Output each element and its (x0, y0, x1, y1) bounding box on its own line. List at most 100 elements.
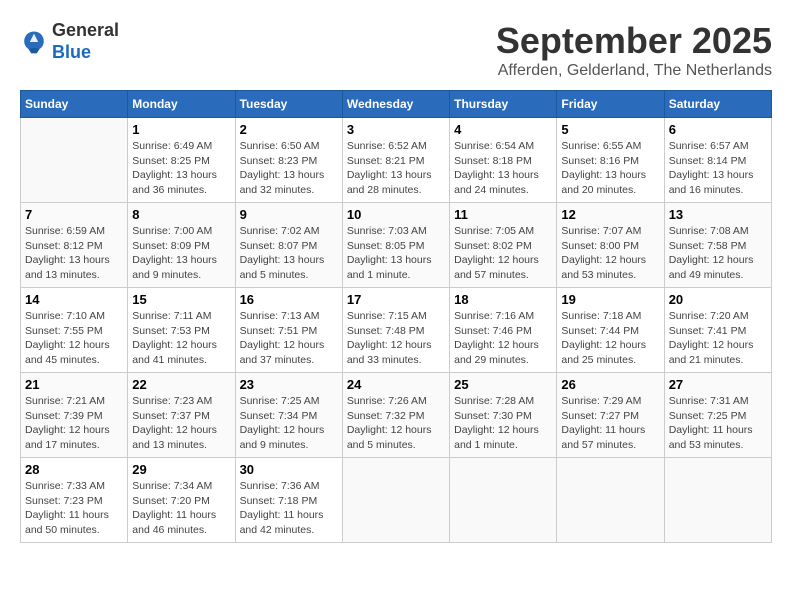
cell-day-empty (450, 458, 557, 543)
cell-day-20: 20 Sunrise: 7:20 AM Sunset: 7:41 PM Dayli… (664, 288, 771, 373)
day-number: 7 (25, 207, 123, 222)
day-number: 4 (454, 122, 552, 137)
day-number: 8 (132, 207, 230, 222)
col-header-friday: Friday (557, 91, 664, 118)
day-content: Sunrise: 7:15 AM Sunset: 7:48 PM Dayligh… (347, 309, 445, 368)
week-row-2: 7 Sunrise: 6:59 AM Sunset: 8:12 PM Daylig… (21, 203, 772, 288)
day-content: Sunrise: 7:10 AM Sunset: 7:55 PM Dayligh… (25, 309, 123, 368)
cell-day-empty (21, 118, 128, 203)
day-number: 3 (347, 122, 445, 137)
day-content: Sunrise: 7:03 AM Sunset: 8:05 PM Dayligh… (347, 224, 445, 283)
day-content: Sunrise: 7:21 AM Sunset: 7:39 PM Dayligh… (25, 394, 123, 453)
cell-day-21: 21 Sunrise: 7:21 AM Sunset: 7:39 PM Dayli… (21, 373, 128, 458)
day-content: Sunrise: 7:26 AM Sunset: 7:32 PM Dayligh… (347, 394, 445, 453)
day-content: Sunrise: 7:16 AM Sunset: 7:46 PM Dayligh… (454, 309, 552, 368)
cell-day-8: 8Sunrise: 7:00 AM Sunset: 8:09 PM Daylig… (128, 203, 235, 288)
day-number: 5 (561, 122, 659, 137)
cell-day-19: 19 Sunrise: 7:18 AM Sunset: 7:44 PM Dayli… (557, 288, 664, 373)
day-content: Sunrise: 6:52 AM Sunset: 8:21 PM Dayligh… (347, 139, 445, 198)
header-row: SundayMondayTuesdayWednesdayThursdayFrid… (21, 91, 772, 118)
cell-day-30: 30 Sunrise: 7:36 AM Sunset: 7:18 PM Dayli… (235, 458, 342, 543)
day-content: Sunrise: 7:11 AM Sunset: 7:53 PM Dayligh… (132, 309, 230, 368)
day-content: Sunrise: 6:49 AM Sunset: 8:25 PM Dayligh… (132, 139, 230, 198)
cell-day-empty (557, 458, 664, 543)
cell-day-17: 17 Sunrise: 7:15 AM Sunset: 7:48 PM Dayli… (342, 288, 449, 373)
day-number: 13 (669, 207, 767, 222)
day-number: 16 (240, 292, 338, 307)
cell-day-7: 7 Sunrise: 6:59 AM Sunset: 8:12 PM Daylig… (21, 203, 128, 288)
week-row-3: 14 Sunrise: 7:10 AM Sunset: 7:55 PM Dayli… (21, 288, 772, 373)
day-number: 2 (240, 122, 338, 137)
week-row-4: 21 Sunrise: 7:21 AM Sunset: 7:39 PM Dayli… (21, 373, 772, 458)
cell-day-29: 29 Sunrise: 7:34 AM Sunset: 7:20 PM Dayli… (128, 458, 235, 543)
day-number: 6 (669, 122, 767, 137)
cell-day-3: 3 Sunrise: 6:52 AM Sunset: 8:21 PM Daylig… (342, 118, 449, 203)
day-number: 21 (25, 377, 123, 392)
day-content: Sunrise: 6:54 AM Sunset: 8:18 PM Dayligh… (454, 139, 552, 198)
cell-day-2: 2 Sunrise: 6:50 AM Sunset: 8:23 PM Daylig… (235, 118, 342, 203)
day-content: Sunrise: 7:23 AM Sunset: 7:37 PM Dayligh… (132, 394, 230, 453)
cell-day-13: 13 Sunrise: 7:08 AM Sunset: 7:58 PM Dayli… (664, 203, 771, 288)
day-number: 26 (561, 377, 659, 392)
logo: General Blue (20, 20, 119, 63)
cell-day-11: 11 Sunrise: 7:05 AM Sunset: 8:02 PM Dayli… (450, 203, 557, 288)
day-number: 25 (454, 377, 552, 392)
day-number: 28 (25, 462, 123, 477)
cell-day-empty (664, 458, 771, 543)
cell-day-16: 16Sunrise: 7:13 AM Sunset: 7:51 PM Dayli… (235, 288, 342, 373)
day-content: Sunrise: 7:08 AM Sunset: 7:58 PM Dayligh… (669, 224, 767, 283)
day-content: Sunrise: 7:05 AM Sunset: 8:02 PM Dayligh… (454, 224, 552, 283)
logo-text: General Blue (52, 20, 119, 63)
day-number: 11 (454, 207, 552, 222)
cell-day-26: 26 Sunrise: 7:29 AM Sunset: 7:27 PM Dayli… (557, 373, 664, 458)
day-content: Sunrise: 6:59 AM Sunset: 8:12 PM Dayligh… (25, 224, 123, 283)
cell-day-1: 1Sunrise: 6:49 AM Sunset: 8:25 PM Daylig… (128, 118, 235, 203)
logo-icon (20, 28, 48, 56)
day-content: Sunrise: 7:28 AM Sunset: 7:30 PM Dayligh… (454, 394, 552, 453)
col-header-sunday: Sunday (21, 91, 128, 118)
location: Afferden, Gelderland, The Netherlands (496, 62, 772, 80)
cell-day-empty (342, 458, 449, 543)
cell-day-23: 23 Sunrise: 7:25 AM Sunset: 7:34 PM Dayli… (235, 373, 342, 458)
day-content: Sunrise: 7:02 AM Sunset: 8:07 PM Dayligh… (240, 224, 338, 283)
day-number: 23 (240, 377, 338, 392)
month-title: September 2025 (496, 20, 772, 62)
day-content: Sunrise: 7:34 AM Sunset: 7:20 PM Dayligh… (132, 479, 230, 538)
day-number: 19 (561, 292, 659, 307)
day-content: Sunrise: 6:50 AM Sunset: 8:23 PM Dayligh… (240, 139, 338, 198)
week-row-1: 1Sunrise: 6:49 AM Sunset: 8:25 PM Daylig… (21, 118, 772, 203)
col-header-tuesday: Tuesday (235, 91, 342, 118)
day-content: Sunrise: 7:31 AM Sunset: 7:25 PM Dayligh… (669, 394, 767, 453)
week-row-5: 28 Sunrise: 7:33 AM Sunset: 7:23 PM Dayli… (21, 458, 772, 543)
title-block: September 2025 Afferden, Gelderland, The… (496, 20, 772, 80)
cell-day-9: 9Sunrise: 7:02 AM Sunset: 8:07 PM Daylig… (235, 203, 342, 288)
day-number: 15 (132, 292, 230, 307)
day-number: 27 (669, 377, 767, 392)
cell-day-6: 6Sunrise: 6:57 AM Sunset: 8:14 PM Daylig… (664, 118, 771, 203)
cell-day-4: 4 Sunrise: 6:54 AM Sunset: 8:18 PM Daylig… (450, 118, 557, 203)
day-number: 17 (347, 292, 445, 307)
day-number: 20 (669, 292, 767, 307)
day-content: Sunrise: 7:20 AM Sunset: 7:41 PM Dayligh… (669, 309, 767, 368)
day-content: Sunrise: 7:25 AM Sunset: 7:34 PM Dayligh… (240, 394, 338, 453)
day-number: 24 (347, 377, 445, 392)
day-number: 30 (240, 462, 338, 477)
calendar-table: SundayMondayTuesdayWednesdayThursdayFrid… (20, 90, 772, 543)
day-number: 22 (132, 377, 230, 392)
cell-day-27: 27 Sunrise: 7:31 AM Sunset: 7:25 PM Dayli… (664, 373, 771, 458)
day-number: 29 (132, 462, 230, 477)
day-content: Sunrise: 7:33 AM Sunset: 7:23 PM Dayligh… (25, 479, 123, 538)
col-header-monday: Monday (128, 91, 235, 118)
cell-day-10: 10 Sunrise: 7:03 AM Sunset: 8:05 PM Dayli… (342, 203, 449, 288)
cell-day-22: 22 Sunrise: 7:23 AM Sunset: 7:37 PM Dayli… (128, 373, 235, 458)
day-number: 14 (25, 292, 123, 307)
cell-day-18: 18Sunrise: 7:16 AM Sunset: 7:46 PM Dayli… (450, 288, 557, 373)
day-number: 10 (347, 207, 445, 222)
col-header-wednesday: Wednesday (342, 91, 449, 118)
col-header-thursday: Thursday (450, 91, 557, 118)
day-content: Sunrise: 7:29 AM Sunset: 7:27 PM Dayligh… (561, 394, 659, 453)
day-content: Sunrise: 7:18 AM Sunset: 7:44 PM Dayligh… (561, 309, 659, 368)
cell-day-14: 14 Sunrise: 7:10 AM Sunset: 7:55 PM Dayli… (21, 288, 128, 373)
col-header-saturday: Saturday (664, 91, 771, 118)
day-content: Sunrise: 7:36 AM Sunset: 7:18 PM Dayligh… (240, 479, 338, 538)
